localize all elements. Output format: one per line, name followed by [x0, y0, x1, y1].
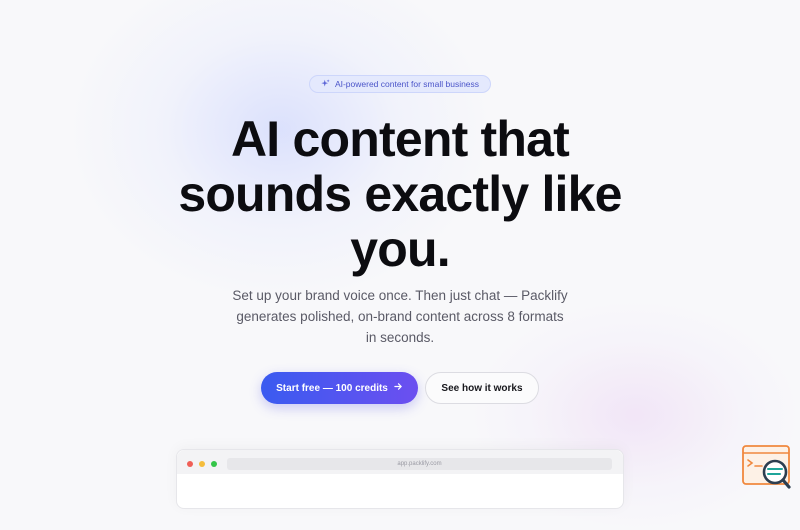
- window-close-dot: [187, 461, 193, 467]
- headline-line-1: AI content that: [231, 111, 570, 167]
- see-how-it-works-button[interactable]: See how it works: [425, 372, 539, 404]
- hero-subtitle: Set up your brand voice once. Then just …: [232, 288, 568, 345]
- headline-line-3: you.: [350, 221, 450, 277]
- hero-headline: AI content that sounds exactly like you.: [100, 112, 700, 277]
- app-preview-titlebar: app.packlify.com: [177, 450, 623, 474]
- support-search-icon[interactable]: [742, 445, 792, 490]
- app-preview-window: app.packlify.com: [176, 449, 624, 509]
- app-preview-url: app.packlify.com: [227, 458, 612, 470]
- arrow-right-icon: [394, 382, 403, 394]
- start-free-button[interactable]: Start free — 100 credits: [261, 372, 418, 404]
- sparkle-icon: [321, 78, 330, 90]
- window-maximize-dot: [211, 461, 217, 467]
- see-how-it-works-label: See how it works: [441, 382, 523, 394]
- window-minimize-dot: [199, 461, 205, 467]
- headline-line-2: sounds exactly like: [178, 166, 622, 222]
- hero-badge: AI-powered content for small business: [309, 75, 491, 93]
- hero-badge-text: AI-powered content for small business: [334, 79, 480, 89]
- start-free-button-label: Start free — 100 credits: [276, 382, 388, 394]
